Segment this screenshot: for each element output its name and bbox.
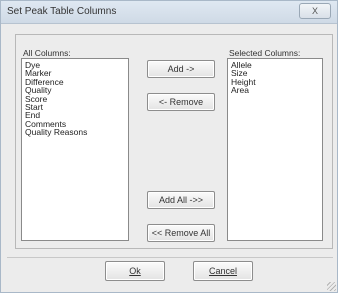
ok-button[interactable]: Ok: [105, 261, 165, 281]
remove-button[interactable]: <- Remove: [147, 93, 215, 111]
all-columns-label: All Columns:: [23, 48, 71, 58]
list-item[interactable]: Area: [231, 86, 319, 95]
resize-grip-icon[interactable]: [327, 282, 336, 291]
add-button[interactable]: Add ->: [147, 60, 215, 78]
window-title: Set Peak Table Columns: [7, 6, 117, 17]
all-columns-list[interactable]: Dye Marker Difference Quality Score Star…: [21, 58, 129, 241]
add-all-button[interactable]: Add All ->>: [147, 191, 215, 209]
remove-all-button[interactable]: << Remove All: [147, 224, 215, 242]
close-icon: X: [311, 6, 318, 16]
cancel-button-label: Cancel: [208, 266, 237, 276]
ok-button-label: Ok: [129, 266, 141, 276]
list-item[interactable]: Quality Reasons: [25, 128, 125, 137]
selected-columns-list[interactable]: Allele Size Height Area: [227, 58, 323, 241]
selected-columns-label: Selected Columns:: [229, 48, 301, 58]
close-button[interactable]: X: [299, 3, 331, 19]
cancel-button[interactable]: Cancel: [193, 261, 253, 281]
set-peak-table-columns-dialog: Set Peak Table Columns X All Columns: Dy…: [0, 0, 338, 293]
footer-divider: [7, 257, 333, 258]
title-bar[interactable]: Set Peak Table Columns X: [1, 1, 337, 24]
list-item[interactable]: Start: [25, 103, 125, 112]
